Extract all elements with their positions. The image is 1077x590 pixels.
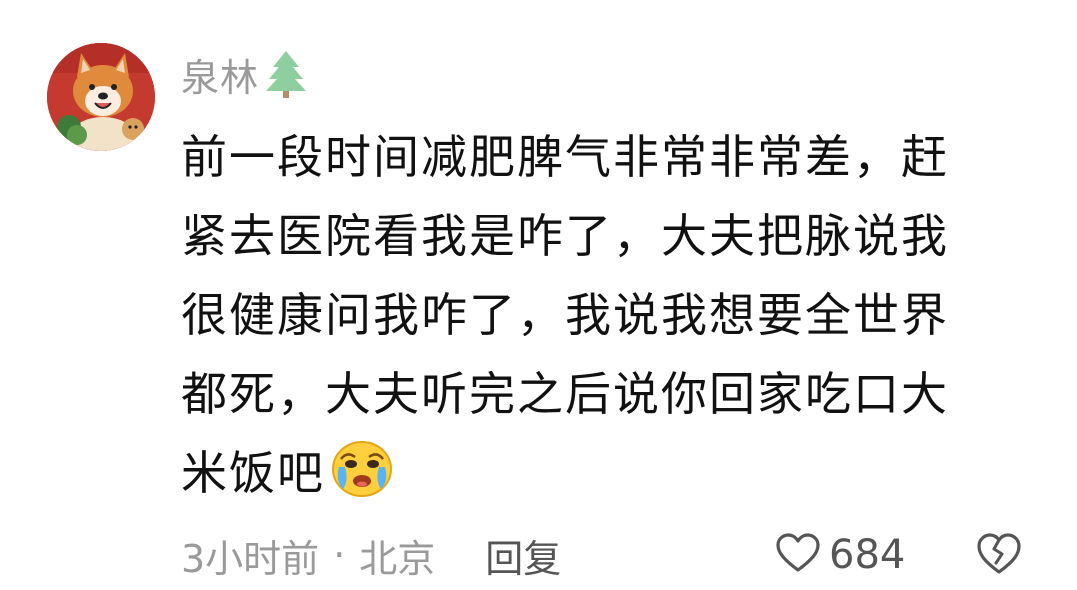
comment-text-line: 前一段时间减肥脾气非常非常差，赶 — [181, 130, 949, 184]
comment-text-line: 紧去医院看我是咋了，大夫把脉说我 — [181, 209, 949, 263]
reply-button[interactable]: 回复 — [485, 528, 561, 583]
comment-location: 北京 — [359, 536, 436, 581]
broken-heart-icon[interactable] — [975, 530, 1023, 578]
username[interactable]: 泉林 — [181, 47, 259, 102]
meta-separator: · — [333, 533, 346, 577]
dislike-button[interactable] — [975, 530, 1023, 578]
avatar[interactable] — [47, 43, 155, 151]
shiba-dog-avatar-icon — [47, 43, 155, 151]
like-button[interactable]: 684 — [775, 527, 905, 583]
comment-meta: 3小时前 · 北京 回复 — [181, 527, 561, 583]
comment-text-line: 都死，大夫听完之后说你回家吃口大 — [181, 367, 949, 421]
username-row: 泉林 — [181, 48, 309, 100]
comment-text: 前一段时间减肥脾气非常非常差，赶 紧去医院看我是咋了，大夫把脉说我 很健康问我咋… — [181, 118, 1043, 513]
heart-outline-icon[interactable] — [775, 532, 821, 578]
comment-text-line: 米饭吧 — [181, 446, 325, 500]
evergreen-tree-icon — [263, 49, 309, 99]
like-count: 684 — [829, 532, 906, 578]
crying-face-emoji-icon — [329, 437, 395, 499]
comment-time: 3小时前 — [181, 536, 320, 581]
comment-item: 泉林 前一段时间减肥脾气非常非常差，赶 紧去医院看我是咋了，大夫把脉说我 很健康… — [0, 0, 1077, 590]
comment-text-line: 很健康问我咋了，我说我想要全世界 — [181, 288, 949, 342]
comment-text-line-last: 米饭吧 — [181, 434, 1043, 513]
